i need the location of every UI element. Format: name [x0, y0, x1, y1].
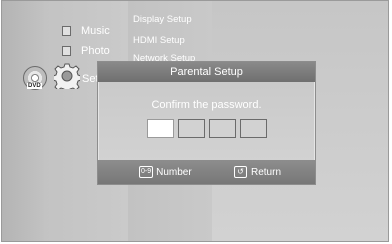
sub-menu-item-display-setup[interactable]: Display Setup [133, 14, 192, 25]
parental-setup-dialog: Parental Setup Confirm the password. 0-9… [97, 61, 316, 185]
photo-icon [62, 46, 71, 56]
music-icon [62, 26, 71, 36]
settings-gear-icon[interactable] [54, 63, 80, 89]
pin-digit-3[interactable] [209, 119, 236, 138]
setup-screen: DVD Music Photo Set Display Setup HDMI S… [2, 1, 388, 241]
sub-menu-item-hdmi-setup[interactable]: HDMI Setup [133, 35, 185, 46]
pin-digit-2[interactable] [178, 119, 205, 138]
number-keys-hint: 0-9 Number [139, 166, 192, 178]
main-menu-label: Music [81, 25, 110, 37]
number-keys-icon: 0-9 [139, 166, 154, 178]
return-icon: ↺ [234, 166, 247, 178]
main-menu-item-music[interactable]: Music [62, 25, 110, 37]
disc-label: DVD [27, 83, 42, 89]
main-menu-item-photo[interactable]: Photo [62, 45, 110, 57]
dialog-title: Parental Setup [98, 62, 315, 82]
return-hint-label: Return [251, 166, 282, 178]
dialog-footer: 0-9 Number ↺ Return [98, 160, 315, 184]
return-hint[interactable]: ↺ Return [234, 166, 281, 178]
tv-screen-frame: DVD Music Photo Set Display Setup HDMI S… [1, 0, 389, 242]
dialog-message: Confirm the password. [151, 99, 262, 111]
pin-digit-4[interactable] [240, 119, 267, 138]
pin-digit-1[interactable] [147, 119, 174, 138]
disc-column [2, 1, 45, 241]
number-hint-label: Number [156, 166, 192, 178]
main-menu-label: Photo [81, 45, 110, 57]
